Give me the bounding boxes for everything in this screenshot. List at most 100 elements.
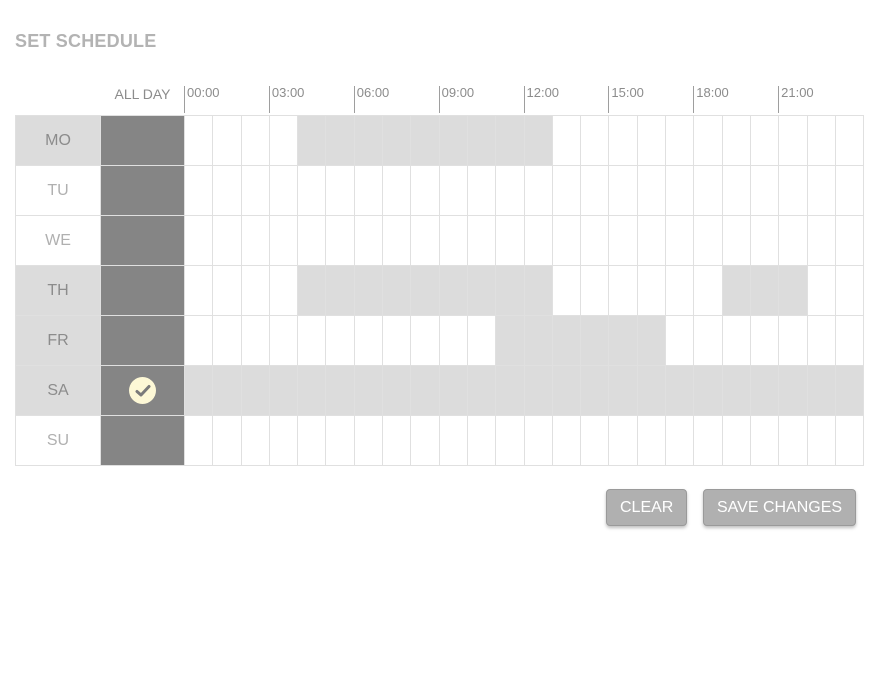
hour-cell[interactable] (723, 216, 751, 265)
hour-cell[interactable] (779, 116, 808, 165)
hour-cell[interactable] (552, 316, 582, 365)
hour-cell[interactable] (467, 366, 497, 415)
hour-cell[interactable] (581, 266, 610, 315)
hour-cell[interactable] (581, 316, 610, 365)
hour-cell[interactable] (496, 416, 525, 465)
hour-cell[interactable] (552, 366, 582, 415)
hour-cell[interactable] (525, 416, 553, 465)
hour-cell[interactable] (581, 216, 610, 265)
hour-cell[interactable] (213, 166, 242, 215)
hour-cell[interactable] (440, 416, 468, 465)
hour-cell[interactable] (270, 416, 299, 465)
hour-cell[interactable] (270, 166, 299, 215)
hour-cell[interactable] (468, 216, 497, 265)
hour-cell[interactable] (213, 316, 242, 365)
hour-cell[interactable] (836, 316, 865, 365)
hour-cell[interactable] (298, 416, 327, 465)
hour-cell[interactable] (242, 316, 270, 365)
hour-cell[interactable] (808, 416, 836, 465)
hour-cell[interactable] (440, 316, 468, 365)
hour-cell[interactable] (808, 216, 836, 265)
hour-cell[interactable] (468, 316, 497, 365)
hour-cell[interactable] (355, 166, 384, 215)
hour-cell[interactable] (411, 266, 440, 315)
hour-cell[interactable] (553, 116, 582, 165)
hour-cell[interactable] (666, 166, 695, 215)
hour-cell[interactable] (468, 166, 497, 215)
hour-cell[interactable] (270, 116, 299, 165)
hour-cell[interactable] (751, 216, 780, 265)
hour-cell[interactable] (524, 116, 553, 165)
hour-cell[interactable] (355, 216, 384, 265)
hour-cell[interactable] (270, 216, 299, 265)
hour-cell[interactable] (666, 316, 695, 365)
hour-cell[interactable] (666, 366, 695, 415)
hour-cell[interactable] (270, 316, 299, 365)
hour-cell[interactable] (666, 216, 695, 265)
hour-cell[interactable] (326, 366, 355, 415)
hour-cell[interactable] (213, 266, 242, 315)
hour-cell[interactable] (779, 216, 808, 265)
hour-cell[interactable] (326, 266, 355, 315)
hour-cell[interactable] (694, 116, 723, 165)
hour-cell[interactable] (496, 116, 525, 165)
hour-cell[interactable] (298, 216, 327, 265)
hour-cell[interactable] (779, 316, 808, 365)
hour-cell[interactable] (496, 166, 525, 215)
all-day-toggle[interactable] (101, 216, 185, 265)
hour-cell[interactable] (354, 116, 384, 165)
hour-cell[interactable] (185, 416, 214, 465)
hour-cell[interactable] (609, 166, 638, 215)
hour-cell[interactable] (326, 416, 355, 465)
hour-cell[interactable] (496, 366, 525, 415)
hour-cell[interactable] (609, 416, 638, 465)
hour-cell[interactable] (808, 116, 836, 165)
hour-cell[interactable] (666, 266, 695, 315)
hour-cell[interactable] (694, 366, 723, 415)
hour-cell[interactable] (553, 266, 582, 315)
hour-cell[interactable] (242, 116, 270, 165)
hour-cell[interactable] (298, 366, 327, 415)
hour-cell[interactable] (298, 116, 327, 165)
hour-cell[interactable] (185, 316, 214, 365)
hour-cell[interactable] (354, 366, 384, 415)
hour-cell[interactable] (694, 316, 723, 365)
hour-cell[interactable] (355, 316, 384, 365)
hour-cell[interactable] (213, 416, 242, 465)
hour-cell[interactable] (496, 316, 525, 365)
hour-cell[interactable] (779, 166, 808, 215)
save-changes-button[interactable]: SAVE CHANGES (703, 489, 857, 526)
hour-cell[interactable] (666, 416, 695, 465)
all-day-toggle[interactable] (101, 266, 185, 315)
hour-cell[interactable] (298, 316, 327, 365)
hour-cell[interactable] (751, 166, 780, 215)
hour-cell[interactable] (467, 266, 497, 315)
hour-cell[interactable] (213, 116, 242, 165)
hour-cell[interactable] (779, 266, 808, 315)
hour-cell[interactable] (609, 266, 638, 315)
hour-cell[interactable] (355, 416, 384, 465)
hour-cell[interactable] (638, 216, 667, 265)
hour-cell[interactable] (723, 166, 751, 215)
hour-cell[interactable] (411, 366, 440, 415)
hour-cell[interactable] (638, 416, 667, 465)
hour-cell[interactable] (779, 416, 808, 465)
hour-cell[interactable] (270, 266, 299, 315)
hour-cell[interactable] (185, 116, 214, 165)
hour-cell[interactable] (723, 316, 751, 365)
hour-cell[interactable] (524, 316, 553, 365)
hour-cell[interactable] (581, 366, 610, 415)
hour-cell[interactable] (326, 216, 355, 265)
hour-cell[interactable] (553, 166, 582, 215)
hour-cell[interactable] (242, 166, 270, 215)
hour-cell[interactable] (694, 416, 723, 465)
hour-cell[interactable] (836, 166, 865, 215)
hour-cell[interactable] (524, 266, 553, 315)
hour-cell[interactable] (694, 216, 723, 265)
hour-cell[interactable] (411, 116, 440, 165)
hour-cell[interactable] (808, 166, 836, 215)
hour-cell[interactable] (836, 416, 865, 465)
hour-cell[interactable] (525, 216, 553, 265)
all-day-toggle[interactable] (101, 416, 185, 465)
hour-cell[interactable] (496, 266, 525, 315)
